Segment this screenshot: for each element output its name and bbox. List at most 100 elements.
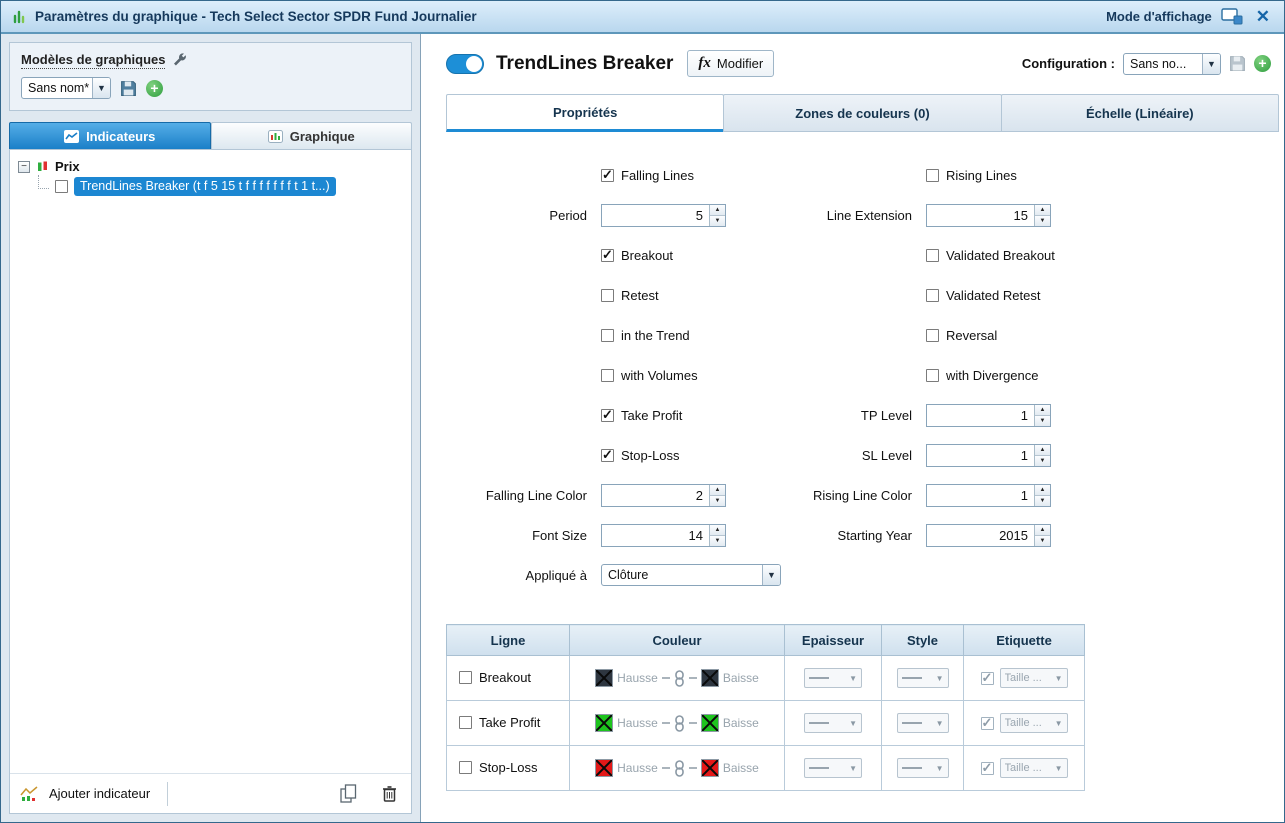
validated-breakout-input[interactable] xyxy=(926,248,939,262)
falling-line-color-stepper[interactable]: 2 ▲ ▼ xyxy=(601,483,726,507)
spin-up-icon[interactable]: ▲ xyxy=(1035,444,1050,456)
stop-loss-up-color-swatch[interactable] xyxy=(595,759,614,777)
breakout-up-color-swatch[interactable] xyxy=(595,669,614,687)
save-template-icon[interactable] xyxy=(120,80,137,97)
stop-loss-label-size-select[interactable]: Taille ... ▼ xyxy=(999,758,1068,778)
with-volumes-input[interactable] xyxy=(601,368,614,382)
add-configuration-icon[interactable]: + xyxy=(1254,55,1271,72)
rising-line-color-stepper[interactable]: 1 ▲ ▼ xyxy=(926,483,1051,507)
stop-loss-thickness-select[interactable]: ▼ xyxy=(804,758,862,778)
starting-year-stepper[interactable]: 2015 ▲ ▼ xyxy=(926,523,1051,547)
indicator-enabled-toggle[interactable] xyxy=(446,53,484,74)
line-extension-value[interactable]: 15 xyxy=(927,205,1034,226)
selected-indicator-label[interactable]: TrendLines Breaker (t f 5 15 t f f f f f… xyxy=(74,177,336,196)
stop-loss-style-select[interactable]: ▼ xyxy=(896,758,949,778)
validated-retest-checkbox[interactable]: Validated Retest xyxy=(926,288,1040,303)
tab-properties[interactable]: Propriétés xyxy=(446,94,725,132)
retest-checkbox[interactable]: Retest xyxy=(601,288,659,303)
falling-line-color-value[interactable]: 2 xyxy=(602,485,709,506)
stop-loss-line-input[interactable] xyxy=(459,760,472,774)
breakout-thickness-select[interactable]: ▼ xyxy=(804,668,862,688)
take-profit-checkbox[interactable]: Take Profit xyxy=(601,407,682,423)
reversal-checkbox[interactable]: Reversal xyxy=(926,328,997,343)
take-profit-line-input[interactable] xyxy=(459,715,472,729)
spin-down-icon[interactable]: ▼ xyxy=(1035,455,1050,466)
indicator-visibility-checkbox[interactable] xyxy=(55,180,68,193)
font-size-stepper[interactable]: 14 ▲ ▼ xyxy=(601,523,726,547)
take-profit-line-checkbox[interactable]: Take Profit xyxy=(459,715,540,730)
sl-level-value[interactable]: 1 xyxy=(927,445,1034,466)
template-select[interactable]: Sans nom* ▼ xyxy=(21,77,111,99)
spin-up-icon[interactable]: ▲ xyxy=(1035,484,1050,496)
tab-scale[interactable]: Échelle (Linéaire) xyxy=(1000,94,1279,132)
link-colors-icon[interactable] xyxy=(674,669,685,687)
breakout-style-select[interactable]: ▼ xyxy=(896,668,949,688)
add-indicator-icon[interactable] xyxy=(20,785,40,802)
breakout-label-size-select[interactable]: Taille ... ▼ xyxy=(999,668,1068,688)
take-profit-down-color-swatch[interactable] xyxy=(700,714,719,732)
spin-down-icon[interactable]: ▼ xyxy=(1035,415,1050,426)
spin-up-icon[interactable]: ▲ xyxy=(710,484,725,496)
breakout-input[interactable] xyxy=(601,247,614,263)
chevron-down-icon[interactable]: ▼ xyxy=(1202,53,1220,74)
stop-loss-input[interactable] xyxy=(601,447,614,463)
chevron-down-icon[interactable]: ▼ xyxy=(92,78,110,98)
rising-lines-input[interactable] xyxy=(926,168,939,182)
display-mode-icon[interactable] xyxy=(1221,8,1243,25)
reversal-input[interactable] xyxy=(926,328,939,342)
chart-templates-link[interactable]: Modèles de graphiques xyxy=(21,52,166,69)
spin-up-icon[interactable]: ▲ xyxy=(710,524,725,536)
spin-down-icon[interactable]: ▼ xyxy=(710,215,725,226)
trash-icon[interactable] xyxy=(382,785,397,802)
tab-chart[interactable]: Graphique xyxy=(210,122,412,149)
copy-icon[interactable] xyxy=(340,784,357,803)
tab-indicators[interactable]: Indicateurs xyxy=(9,122,211,149)
breakout-line-input[interactable] xyxy=(459,670,472,684)
breakout-down-color-swatch[interactable] xyxy=(700,669,719,687)
falling-lines-input[interactable] xyxy=(601,167,614,183)
spin-down-icon[interactable]: ▼ xyxy=(710,535,725,546)
breakout-line-checkbox[interactable]: Breakout xyxy=(459,670,531,685)
take-profit-label-checkbox[interactable] xyxy=(980,715,994,731)
add-indicator-label[interactable]: Ajouter indicateur xyxy=(49,786,150,801)
breakout-label-checkbox[interactable] xyxy=(980,670,994,686)
save-configuration-icon[interactable] xyxy=(1229,55,1246,72)
spin-down-icon[interactable]: ▼ xyxy=(1035,215,1050,226)
tree-row-trendlines-breaker[interactable]: TrendLines Breaker (t f 5 15 t f f f f f… xyxy=(38,174,403,196)
retest-input[interactable] xyxy=(601,288,614,302)
chevron-down-icon[interactable]: ▼ xyxy=(762,565,780,585)
take-profit-up-color-swatch[interactable] xyxy=(595,714,614,732)
spin-down-icon[interactable]: ▼ xyxy=(1035,495,1050,506)
take-profit-thickness-select[interactable]: ▼ xyxy=(804,713,862,733)
stop-loss-label-checkbox[interactable] xyxy=(980,760,994,776)
spin-up-icon[interactable]: ▲ xyxy=(1035,524,1050,536)
starting-year-value[interactable]: 2015 xyxy=(927,525,1034,546)
rising-lines-checkbox[interactable]: Rising Lines xyxy=(926,168,1017,183)
stop-loss-line-checkbox[interactable]: Stop-Loss xyxy=(459,760,538,775)
with-volumes-checkbox[interactable]: with Volumes xyxy=(601,368,698,383)
rising-line-color-value[interactable]: 1 xyxy=(927,485,1034,506)
take-profit-style-select[interactable]: ▼ xyxy=(896,713,949,733)
modify-code-button[interactable]: fx Modifier xyxy=(687,50,775,77)
link-colors-icon[interactable] xyxy=(674,714,685,732)
tp-level-value[interactable]: 1 xyxy=(927,405,1034,426)
configuration-select[interactable]: Sans no... ▼ xyxy=(1123,52,1221,75)
sl-level-stepper[interactable]: 1 ▲ ▼ xyxy=(926,443,1051,467)
font-size-value[interactable]: 14 xyxy=(602,525,709,546)
line-extension-stepper[interactable]: 15 ▲ ▼ xyxy=(926,203,1051,227)
take-profit-input[interactable] xyxy=(601,407,614,423)
applied-to-select[interactable]: Clôture ▼ xyxy=(601,564,781,586)
validated-retest-input[interactable] xyxy=(926,288,939,302)
close-icon[interactable]: ✕ xyxy=(1252,7,1274,27)
in-the-trend-input[interactable] xyxy=(601,328,614,342)
tab-color-zones[interactable]: Zones de couleurs (0) xyxy=(723,94,1002,132)
breakout-checkbox[interactable]: Breakout xyxy=(601,247,673,263)
wrench-icon[interactable] xyxy=(173,53,188,68)
falling-lines-checkbox[interactable]: Falling Lines xyxy=(601,167,694,183)
tp-level-stepper[interactable]: 1 ▲ ▼ xyxy=(926,403,1051,427)
spin-down-icon[interactable]: ▼ xyxy=(710,495,725,506)
with-divergence-input[interactable] xyxy=(926,368,939,382)
period-stepper[interactable]: 5 ▲ ▼ xyxy=(601,203,726,227)
stop-loss-down-color-swatch[interactable] xyxy=(700,759,719,777)
spin-up-icon[interactable]: ▲ xyxy=(1035,204,1050,216)
